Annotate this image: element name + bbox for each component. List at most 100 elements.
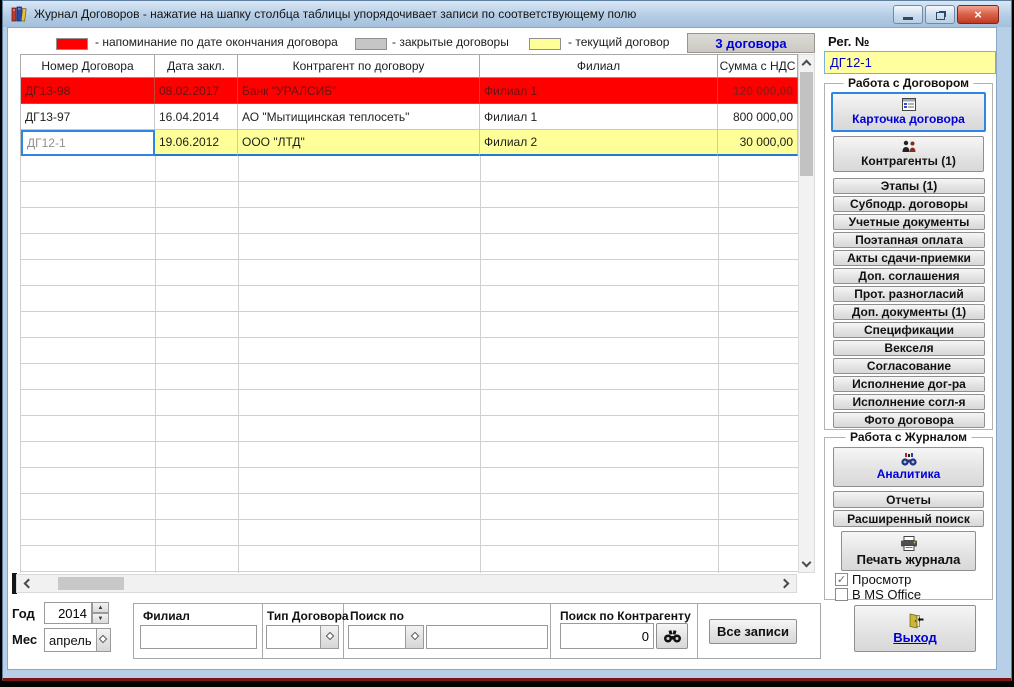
table-row-selected[interactable]: ДГ12-1 19.06.2012 ООО "ЛТД" Филиал 2 30 …: [20, 130, 798, 156]
contractors-label: Контрагенты (1): [861, 154, 956, 168]
msoffice-checkbox[interactable]: В MS Office: [835, 587, 921, 602]
contract-count-badge: 3 договора: [687, 33, 815, 53]
contract-card-button[interactable]: Карточка договора: [831, 92, 986, 132]
checkbox-unchecked-icon: [835, 588, 848, 601]
restore-icon: [935, 11, 945, 20]
table-row[interactable]: ДГ13-97 16.04.2014 АО "Мытищинская тепло…: [20, 104, 798, 130]
scroll-right-button[interactable]: [778, 575, 794, 592]
cell-contractor[interactable]: ООО "ЛТД": [238, 130, 480, 156]
preview-checkbox-label: Просмотр: [852, 572, 912, 587]
cell-number[interactable]: ДГ13-98: [21, 78, 155, 104]
contracts-table: Номер Договора Дата закл. Контрагент по …: [20, 54, 798, 156]
all-records-button[interactable]: Все записи: [709, 619, 797, 644]
filter-separator: [262, 604, 263, 658]
contract-type-combobox[interactable]: [266, 625, 339, 649]
exit-button[interactable]: Выход: [854, 605, 976, 652]
cell-contractor[interactable]: Банк "УРАЛСИБ": [238, 78, 480, 104]
accounting-docs-button[interactable]: Учетные документы: [833, 214, 985, 230]
search-by-label: Поиск по: [350, 609, 404, 623]
analytics-button[interactable]: Аналитика: [833, 447, 984, 487]
month-dropdown-button[interactable]: [95, 629, 110, 651]
column-header-contractor[interactable]: Контрагент по договору: [238, 55, 480, 78]
cell-sum[interactable]: 120 000,00: [718, 78, 798, 104]
reports-button[interactable]: Отчеты: [833, 491, 984, 508]
staged-payment-button[interactable]: Поэтапная оплата: [833, 232, 985, 248]
contractor-search-button[interactable]: [656, 623, 688, 649]
branch-filter-label: Филиал: [143, 609, 190, 623]
table-empty-rows: [20, 156, 798, 573]
chevron-down-icon: [801, 557, 812, 568]
approval-button[interactable]: Согласование: [833, 358, 985, 374]
horizontal-scroll-thumb[interactable]: [58, 577, 124, 590]
minimize-button[interactable]: [893, 5, 923, 24]
window-title: Журнал Договоров - нажатие на шапку стол…: [34, 7, 637, 21]
cell-date[interactable]: 08.02.2017: [155, 78, 238, 104]
branch-filter-input[interactable]: [140, 625, 257, 649]
contract-card-label: Карточка договора: [852, 112, 965, 126]
promissory-notes-button[interactable]: Векселя: [833, 340, 985, 356]
horizontal-scrollbar[interactable]: [16, 574, 797, 593]
cell-branch[interactable]: Филиал 1: [480, 104, 718, 130]
vertical-scrollbar[interactable]: [798, 54, 815, 573]
scroll-left-button[interactable]: [19, 575, 35, 592]
contract-panel: Работа с Договором Карточка договора Кон…: [824, 76, 993, 430]
reg-number-label: Рег. №: [828, 34, 870, 49]
acceptance-acts-button[interactable]: Акты сдачи-приемки: [833, 250, 985, 266]
legend-reminder-swatch: [56, 38, 88, 50]
month-label: Мес: [12, 632, 38, 647]
chevron-right-icon: [779, 578, 790, 589]
contract-type-dropdown-button[interactable]: [320, 626, 338, 648]
month-combobox[interactable]: апрель: [44, 628, 111, 652]
column-header-date[interactable]: Дата закл.: [155, 55, 238, 78]
preview-checkbox[interactable]: ✓ Просмотр: [835, 572, 911, 587]
search-by-dropdown-button[interactable]: [405, 626, 423, 648]
subcontracts-button[interactable]: Субподр. договоры: [833, 196, 985, 212]
agreement-execution-button[interactable]: Исполнение согл-я: [833, 394, 985, 410]
contract-photo-button[interactable]: Фото договора: [833, 412, 985, 428]
scroll-down-button[interactable]: [799, 556, 814, 572]
restore-button[interactable]: [925, 5, 955, 24]
vertical-scroll-thumb[interactable]: [800, 72, 813, 176]
specifications-button[interactable]: Спецификации: [833, 322, 985, 338]
column-header-branch[interactable]: Филиал: [480, 55, 718, 78]
contract-type-label: Тип Договора: [267, 609, 349, 623]
analytics-label: Аналитика: [876, 467, 941, 481]
search-by-combobox[interactable]: [348, 625, 424, 649]
print-journal-button[interactable]: Печать журнала: [841, 531, 976, 571]
cell-number-editing[interactable]: ДГ12-1: [21, 130, 155, 156]
filter-separator: [550, 604, 551, 658]
cell-sum[interactable]: 800 000,00: [718, 104, 798, 130]
advanced-search-button[interactable]: Расширенный поиск: [833, 510, 984, 527]
year-up-button[interactable]: ▲: [92, 602, 109, 613]
cell-branch[interactable]: Филиал 1: [480, 78, 718, 104]
search-by-input[interactable]: [426, 625, 548, 649]
title-bar: Журнал Договоров - нажатие на шапку стол…: [3, 1, 1011, 27]
disagreement-protocols-button[interactable]: Прот. разногласий: [833, 286, 985, 302]
table-row[interactable]: ДГ13-98 08.02.2017 Банк "УРАЛСИБ" Филиал…: [20, 78, 798, 104]
extra-documents-button[interactable]: Доп. документы (1): [833, 304, 985, 320]
cell-contractor[interactable]: АО "Мытищинская теплосеть": [238, 104, 480, 130]
addendums-button[interactable]: Доп. соглашения: [833, 268, 985, 284]
year-down-button[interactable]: ▼: [92, 613, 109, 624]
stages-button[interactable]: Этапы (1): [833, 178, 985, 194]
reg-number-input[interactable]: [824, 51, 996, 74]
close-icon: ×: [974, 7, 982, 22]
contractors-button[interactable]: Контрагенты (1): [833, 136, 984, 172]
cell-number[interactable]: ДГ13-97: [21, 104, 155, 130]
year-label: Год: [12, 606, 35, 621]
main-content: - напоминание по дате окончания договора…: [7, 27, 997, 670]
scroll-up-button[interactable]: [799, 55, 814, 71]
cell-branch[interactable]: Филиал 2: [480, 130, 718, 156]
year-input[interactable]: [44, 602, 92, 624]
column-header-number[interactable]: Номер Договора: [21, 55, 155, 78]
printer-icon: [900, 535, 917, 551]
column-header-sum[interactable]: Сумма с НДС: [718, 55, 798, 78]
cell-date[interactable]: 16.04.2014: [155, 104, 238, 130]
contract-type-value: [267, 626, 320, 648]
legend-current-swatch: [529, 38, 561, 50]
close-button[interactable]: ×: [957, 5, 999, 24]
contract-execution-button[interactable]: Исполнение дог-ра: [833, 376, 985, 392]
contractor-search-input[interactable]: [560, 623, 654, 649]
cell-sum[interactable]: 30 000,00: [718, 130, 798, 156]
cell-date[interactable]: 19.06.2012: [155, 130, 238, 156]
